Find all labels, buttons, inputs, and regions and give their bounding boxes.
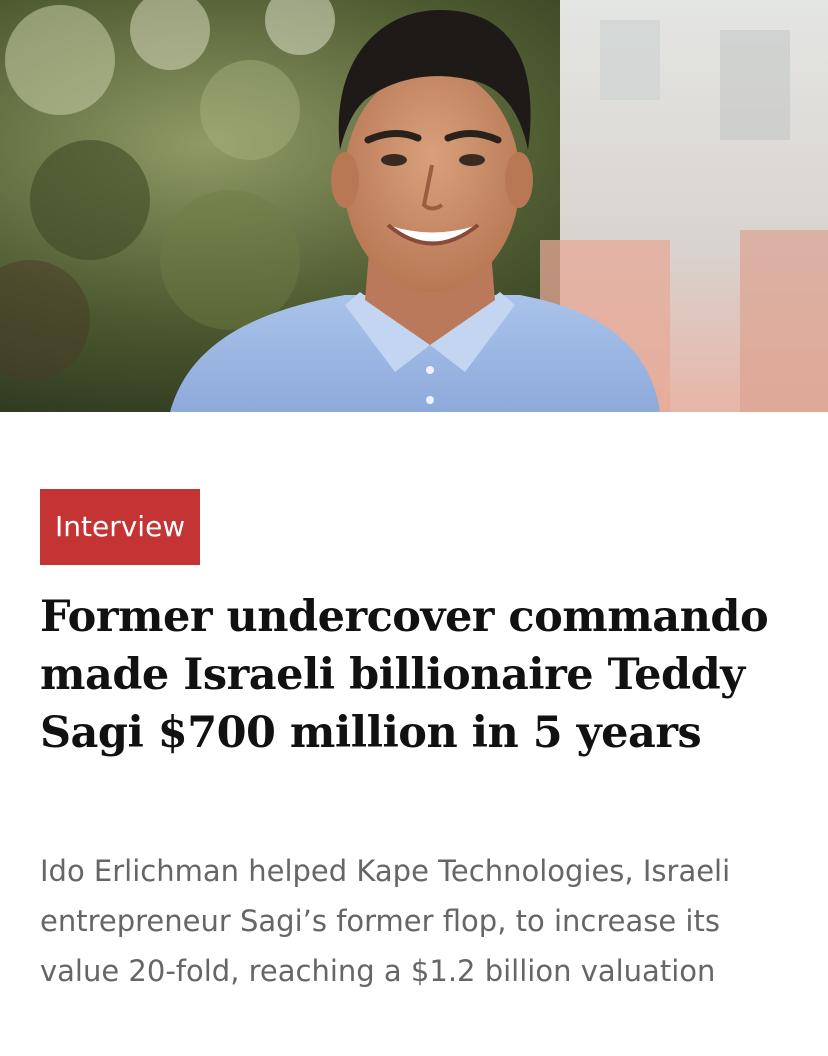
portrait-photo	[0, 0, 828, 412]
article-headline[interactable]: Former undercover commando made Israeli …	[40, 588, 800, 762]
hero-image[interactable]	[0, 0, 828, 412]
category-tag[interactable]: Interview	[40, 489, 201, 565]
article-subtitle: Ido Erlichman helped Kape Technologies, …	[40, 854, 731, 988]
